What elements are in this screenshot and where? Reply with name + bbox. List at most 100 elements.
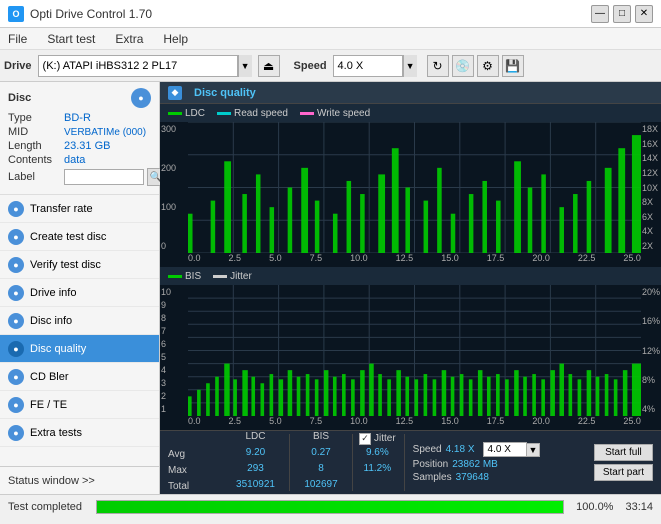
position-value: 23862 MB bbox=[452, 459, 498, 470]
bottom-chart-grid bbox=[188, 285, 641, 416]
menu-help[interactable]: Help bbox=[159, 30, 192, 48]
x-25: 2.5 bbox=[229, 253, 242, 267]
chart-title-icon: ◆ bbox=[168, 86, 182, 100]
title-bar: O Opti Drive Control 1.70 — □ ✕ bbox=[0, 0, 661, 28]
top-chart-grid bbox=[188, 122, 641, 253]
drive-select-value: (K:) ATAPI iHBS312 2 PL17 bbox=[43, 60, 178, 72]
start-buttons-group: Start full Start part bbox=[594, 444, 653, 481]
top-y-label-100: 100 bbox=[161, 202, 187, 212]
x-150: 15.0 bbox=[441, 253, 459, 267]
cd-bler-label: CD Bler bbox=[30, 371, 69, 383]
speed-select-value: 4.0 X bbox=[338, 60, 364, 72]
bx-225: 22.5 bbox=[578, 416, 596, 430]
speed-dropdown-arrow[interactable]: ▼ bbox=[527, 443, 541, 457]
ldc-avg: 9.20 bbox=[228, 447, 283, 463]
drive-select-arrow[interactable]: ▼ bbox=[238, 55, 252, 77]
by-1: 1 bbox=[161, 404, 187, 414]
refresh-button[interactable]: ↻ bbox=[427, 55, 449, 77]
bottom-chart-legend: BIS Jitter bbox=[160, 267, 661, 285]
stats-row-labels: Avg Max Total bbox=[168, 431, 218, 495]
speed-dropdown[interactable]: 4.0 X bbox=[483, 442, 527, 457]
start-full-button[interactable]: Start full bbox=[594, 444, 653, 461]
x-75: 7.5 bbox=[310, 253, 323, 267]
speed-arrow[interactable]: ▼ bbox=[403, 55, 417, 77]
by-10: 10 bbox=[161, 287, 187, 297]
jitter-checkbox-row: ✓ Jitter bbox=[359, 431, 396, 447]
top-chart-y-right: 18X 16X 14X 12X 10X 8X 6X 4X 2X bbox=[641, 122, 661, 253]
sidebar-item-cd-bler[interactable]: ● CD Bler bbox=[0, 363, 159, 391]
bis-avg: 0.27 bbox=[296, 447, 346, 463]
drive-select[interactable]: (K:) ATAPI iHBS312 2 PL17 bbox=[38, 55, 238, 77]
bottom-y-right: 20% 16% 12% 8% 4% bbox=[641, 285, 661, 416]
top-yr-14x: 14X bbox=[642, 153, 660, 163]
menu-start-test[interactable]: Start test bbox=[43, 30, 99, 48]
close-button[interactable]: ✕ bbox=[635, 5, 653, 23]
speed-select[interactable]: 4.0 X bbox=[333, 55, 403, 77]
position-row: Position 23862 MB bbox=[413, 459, 586, 470]
drive-info-icon: ● bbox=[8, 285, 24, 301]
top-yr-10x: 10X bbox=[642, 183, 660, 193]
jitter-legend: Jitter bbox=[213, 271, 252, 282]
menu-extra[interactable]: Extra bbox=[111, 30, 147, 48]
extra-tests-label: Extra tests bbox=[30, 427, 82, 439]
bis-legend-color bbox=[168, 275, 182, 278]
save-button[interactable]: 💾 bbox=[502, 55, 524, 77]
sidebar-item-drive-info[interactable]: ● Drive info bbox=[0, 279, 159, 307]
top-yr-2x: 2X bbox=[642, 241, 660, 251]
start-part-button[interactable]: Start part bbox=[594, 464, 653, 481]
sidebar-item-disc-quality[interactable]: ● Disc quality bbox=[0, 335, 159, 363]
stats-jitter-col: ✓ Jitter 9.6% 11.2% bbox=[359, 431, 396, 495]
by-9: 9 bbox=[161, 300, 187, 310]
eject-button[interactable]: ⏏ bbox=[258, 55, 280, 77]
disc-length-label: Length bbox=[8, 140, 60, 152]
bis-col-header: BIS bbox=[296, 431, 346, 447]
sidebar-item-disc-info[interactable]: ● Disc info bbox=[0, 307, 159, 335]
status-text: Test completed bbox=[8, 501, 88, 513]
disc-type-label: Type bbox=[8, 112, 60, 124]
top-chart-x-axis: 0.0 2.5 5.0 7.5 10.0 12.5 15.0 17.5 20.0… bbox=[188, 253, 641, 267]
stats-speed-col: Speed 4.18 X 4.0 X ▼ Position 23862 MB S… bbox=[413, 442, 586, 483]
ldc-col-header: LDC bbox=[228, 431, 283, 447]
top-yr-8x: 8X bbox=[642, 197, 660, 207]
bottom-chart-section: BIS Jitter bbox=[160, 267, 661, 430]
disc-mid-value: VERBATIMe (000) bbox=[64, 127, 146, 138]
bx-0: 0.0 bbox=[188, 416, 201, 430]
status-window[interactable]: Status window >> bbox=[0, 466, 159, 494]
disc-contents-row: Contents data bbox=[8, 154, 151, 166]
top-yr-6x: 6X bbox=[642, 212, 660, 222]
progress-bar-fill bbox=[97, 501, 563, 513]
minimize-button[interactable]: — bbox=[591, 5, 609, 23]
by-5: 5 bbox=[161, 352, 187, 362]
jitter-total-empty bbox=[359, 479, 396, 495]
disc-icon-btn[interactable]: 💿 bbox=[452, 55, 474, 77]
top-yr-18x: 18X bbox=[642, 124, 660, 134]
sidebar-item-transfer-rate[interactable]: ● Transfer rate bbox=[0, 195, 159, 223]
stats-ldc-col: LDC 9.20 293 3510921 bbox=[228, 431, 283, 495]
sidebar-item-create-test-disc[interactable]: ● Create test disc bbox=[0, 223, 159, 251]
bx-125: 12.5 bbox=[396, 416, 414, 430]
sidebar-item-verify-test-disc[interactable]: ● Verify test disc bbox=[0, 251, 159, 279]
maximize-button[interactable]: □ bbox=[613, 5, 631, 23]
title-bar-text: Opti Drive Control 1.70 bbox=[30, 7, 152, 21]
disc-length-value: 23.31 GB bbox=[64, 140, 110, 152]
jitter-avg: 9.6% bbox=[359, 447, 396, 463]
bx-75: 7.5 bbox=[310, 416, 323, 430]
settings-icon-btn[interactable]: ⚙ bbox=[477, 55, 499, 77]
top-chart-legend: LDC Read speed Write speed bbox=[160, 104, 661, 122]
disc-panel-title: Disc bbox=[8, 92, 31, 104]
by-3: 3 bbox=[161, 378, 187, 388]
progress-area: Test completed 100.0% 33:14 bbox=[0, 494, 661, 518]
disc-label-field[interactable] bbox=[64, 169, 144, 185]
jitter-checkbox[interactable]: ✓ bbox=[359, 433, 371, 445]
sidebar-item-fe-te[interactable]: ● FE / TE bbox=[0, 391, 159, 419]
disc-type-row: Type BD-R bbox=[8, 112, 151, 124]
sidebar-item-extra-tests[interactable]: ● Extra tests bbox=[0, 419, 159, 447]
top-y-label-0: 0 bbox=[161, 241, 187, 251]
x-125: 12.5 bbox=[396, 253, 414, 267]
progress-bar-container bbox=[96, 500, 564, 514]
progress-time: 33:14 bbox=[625, 501, 653, 513]
top-chart-section: LDC Read speed Write speed bbox=[160, 104, 661, 267]
menu-file[interactable]: File bbox=[4, 30, 31, 48]
samples-row: Samples 379648 bbox=[413, 472, 586, 483]
disc-quality-icon: ● bbox=[8, 341, 24, 357]
